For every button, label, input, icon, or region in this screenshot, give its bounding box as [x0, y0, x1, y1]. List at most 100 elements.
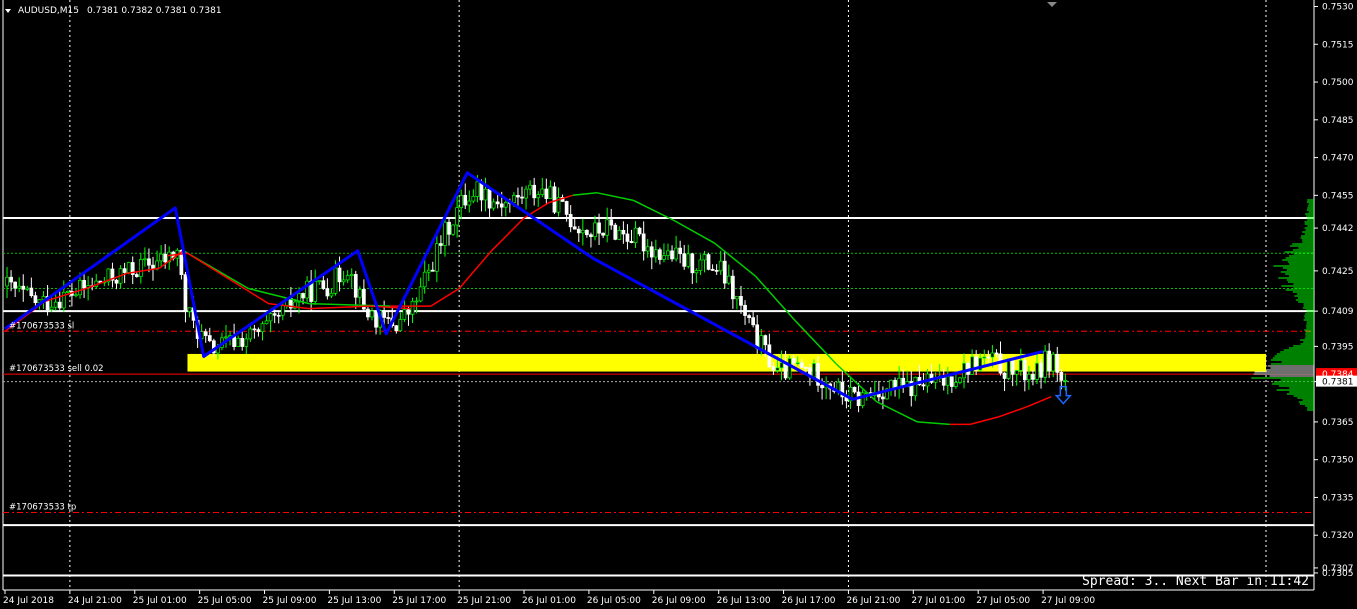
candle-body: [467, 200, 472, 206]
candle-body: [1043, 350, 1047, 378]
time-tick-label: 25 Jul 05:00: [198, 596, 252, 606]
candle-body: [674, 247, 678, 260]
candle-body: [889, 379, 893, 390]
support-zone: [187, 353, 1267, 372]
candle-body: [17, 285, 22, 289]
candle-body: [949, 376, 954, 387]
candle-body: [224, 336, 228, 339]
candle-body: [921, 384, 926, 387]
candle-body: [143, 258, 147, 261]
candle-body: [881, 396, 885, 400]
candle-body: [763, 335, 768, 346]
support-zone-rect: [187, 353, 1267, 372]
candle-body: [710, 269, 715, 271]
candle-body: [357, 288, 362, 298]
candle-body: [1002, 372, 1007, 379]
candle-body: [702, 254, 707, 261]
candle-body: [491, 201, 496, 209]
candle-body: [244, 338, 249, 347]
candle-body: [414, 300, 419, 303]
symbol-header[interactable]: AUDUSD,M15 0.7381 0.7382 0.7381 0.7381: [5, 6, 222, 16]
candle-body: [512, 195, 516, 203]
candle-body: [970, 356, 974, 375]
candle-body: [516, 195, 520, 198]
candle-body: [666, 250, 670, 256]
candle-body: [779, 362, 784, 369]
price-tick-label: 0.7530: [1322, 3, 1354, 13]
candle-body: [852, 386, 857, 393]
candle-body: [499, 203, 504, 208]
candle-body: [743, 304, 747, 316]
candle-body: [418, 286, 423, 302]
candle-body: [33, 295, 38, 304]
candle-body: [25, 287, 30, 290]
candle-body: [1063, 379, 1068, 382]
candle-body: [321, 280, 326, 289]
candle-body: [260, 323, 265, 333]
price-tick-label: 0.7470: [1322, 154, 1354, 164]
time-tick-label: 24 Jul 21:00: [68, 596, 122, 606]
candle-body: [994, 352, 999, 355]
candle-body: [341, 279, 346, 283]
price-tick-label: 0.7350: [1322, 456, 1354, 466]
candle-body: [410, 300, 415, 315]
candle-body: [544, 188, 549, 199]
candle-body: [536, 194, 541, 199]
order-tp-label[interactable]: #170673533 tp: [9, 503, 76, 513]
candle-body: [613, 224, 618, 240]
candle-body: [333, 267, 338, 294]
candle-body: [747, 315, 751, 318]
candle-body: [1031, 373, 1035, 380]
candle-body: [301, 293, 305, 299]
time-tick-label: 26 Jul 01:00: [522, 596, 576, 606]
candle-body: [913, 376, 918, 397]
price-tick-label: 0.7365: [1322, 418, 1354, 428]
candle-body: [394, 325, 399, 332]
candle-body: [236, 337, 241, 347]
candle-body: [203, 331, 208, 336]
price-tick-label: 0.7500: [1322, 78, 1354, 88]
candle-body: [1039, 362, 1043, 378]
candle-body: [706, 254, 711, 270]
time-tick-label: 25 Jul 21:00: [457, 596, 511, 606]
candle-body: [138, 259, 143, 277]
candle-body: [735, 296, 739, 300]
price-tick-label: 0.7455: [1322, 191, 1354, 201]
candle-body: [487, 188, 492, 209]
time-tick-label: 26 Jul 05:00: [587, 596, 641, 606]
candle-body: [187, 307, 192, 312]
time-tick-label: 26 Jul 13:00: [717, 596, 771, 606]
candle-body: [799, 362, 804, 368]
spread-status: Spread: 3.. Next Bar in 11:42: [1082, 574, 1309, 589]
price-tick-label: 0.7485: [1322, 116, 1354, 126]
candle-body: [264, 320, 269, 325]
candle-body: [662, 255, 666, 260]
candle-body: [1059, 372, 1064, 381]
candle-body: [580, 229, 585, 234]
candle-body: [625, 233, 630, 242]
candle-body: [430, 269, 435, 272]
time-tick-label: 27 Jul 09:00: [1041, 596, 1095, 606]
candle-body: [568, 214, 573, 228]
candle-body: [463, 194, 468, 206]
candle-body: [475, 181, 480, 197]
candle-body: [398, 319, 403, 332]
price-tick-label: 0.7515: [1322, 40, 1354, 50]
candle-body: [29, 287, 34, 297]
candle-body: [207, 335, 212, 342]
candle-body: [317, 280, 322, 283]
candle-body: [163, 253, 168, 263]
price-chart[interactable]: 0.7530 0.7515 0.7500 0.7485 0.7470 0.7455 0.74…: [0, 0, 1357, 609]
candle-body: [66, 290, 70, 293]
candle-body: [366, 308, 370, 318]
candle-body: [771, 366, 776, 371]
price-tick-label: 0.7320: [1322, 531, 1354, 541]
candle-body: [370, 310, 374, 318]
candle-body: [1027, 373, 1031, 381]
candle-body: [682, 253, 687, 267]
order-sl-label[interactable]: #170673533 sl: [9, 321, 74, 331]
order-sell-label[interactable]: #170673533 sell 0.02: [9, 364, 104, 374]
time-tick-label: 25 Jul 17:00: [392, 596, 446, 606]
candle-body: [329, 292, 334, 297]
candle-body: [653, 249, 658, 258]
